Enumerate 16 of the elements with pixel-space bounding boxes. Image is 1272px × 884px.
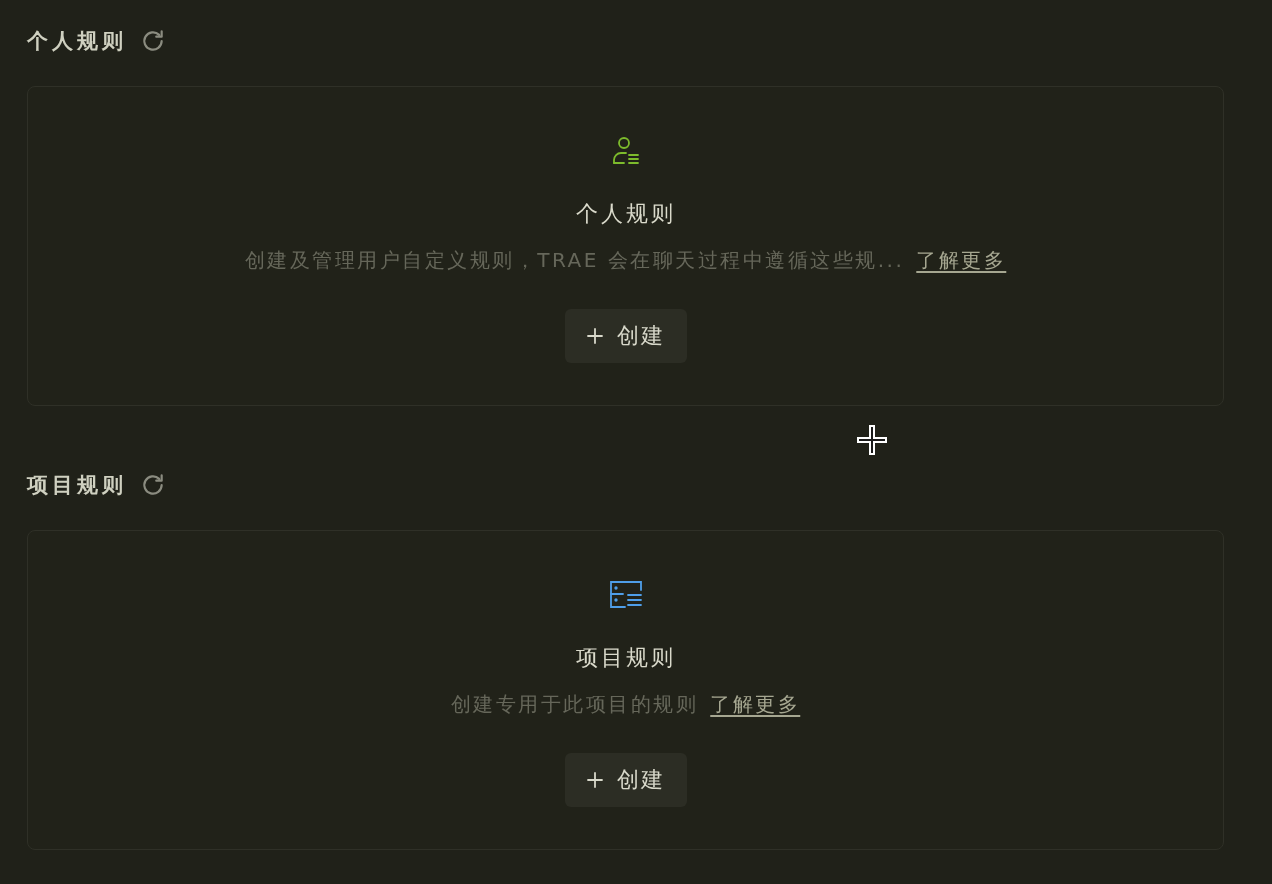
refresh-icon [140, 28, 166, 54]
refresh-icon [140, 472, 166, 498]
card-title: 项目规则 [575, 644, 676, 672]
plus-icon [586, 772, 603, 788]
crosshair-cursor-icon [857, 425, 887, 455]
learn-more-link[interactable]: 了解更多 [916, 247, 1007, 273]
section-heading: 项目规则 [27, 472, 127, 499]
create-button[interactable]: 创建 [564, 753, 687, 807]
learn-more-link[interactable]: 了解更多 [710, 691, 801, 717]
create-button[interactable]: 创建 [564, 309, 687, 363]
plus-icon [586, 328, 603, 344]
card-title: 个人规则 [575, 200, 676, 228]
card-description: 创建及管理用户自定义规则，TRAE 会在聊天过程中遵循这些规... [244, 247, 905, 273]
card-description: 创建专用于此项目的规则 [450, 691, 699, 717]
section-heading: 个人规则 [27, 28, 127, 55]
server-list-icon [608, 580, 643, 608]
